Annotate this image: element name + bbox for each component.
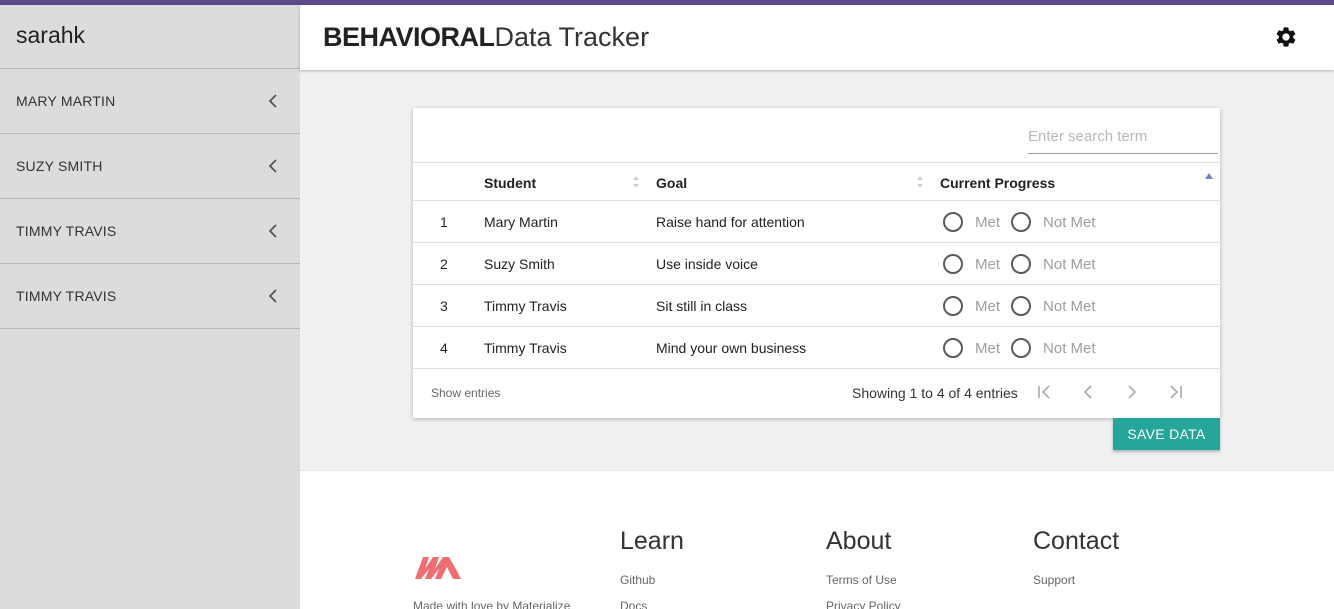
- met-radio[interactable]: [943, 296, 963, 316]
- search-field: [1028, 122, 1218, 154]
- met-radio[interactable]: [943, 212, 963, 232]
- table-row: 4 Timmy Travis Mind your own business Me…: [413, 327, 1220, 369]
- footer-link-privacy[interactable]: Privacy Policy: [826, 599, 901, 609]
- met-radio[interactable]: [943, 254, 963, 274]
- not-met-label[interactable]: Not Met: [1043, 256, 1096, 273]
- met-label[interactable]: Met: [975, 256, 1000, 273]
- footer-link-github[interactable]: Github: [620, 573, 655, 587]
- sidebar-item-timmy-travis[interactable]: TIMMY TRAVIS: [0, 199, 300, 264]
- next-page-icon[interactable]: [1124, 384, 1140, 400]
- row-student: Suzy Smith: [484, 256, 555, 272]
- sort-icon[interactable]: [632, 174, 640, 190]
- sidebar-item-label: TIMMY TRAVIS: [16, 223, 117, 239]
- met-label[interactable]: Met: [975, 340, 1000, 357]
- progress-radio-group: Met Not Met: [943, 338, 1107, 358]
- data-table-card: Student Goal Current Progress 1 Mary Mar…: [413, 108, 1220, 418]
- table-row: 3 Timmy Travis Sit still in class Met No…: [413, 285, 1220, 327]
- table-row: 1 Mary Martin Raise hand for attention M…: [413, 201, 1220, 243]
- sidebar-item-label: TIMMY TRAVIS: [16, 288, 117, 304]
- row-number: 3: [440, 298, 448, 314]
- row-goal: Mind your own business: [656, 340, 807, 356]
- column-header-goal[interactable]: Goal: [656, 175, 687, 191]
- row-student: Timmy Travis: [484, 298, 567, 314]
- row-number: 2: [440, 256, 448, 272]
- sidebar-username: sarahk: [0, 5, 300, 69]
- made-with-text: Made with love by Materialize: [413, 599, 571, 609]
- sort-icon[interactable]: [916, 174, 924, 190]
- sidebar: sarahk MARY MARTIN SUZY SMITH TIMMY TRAV…: [0, 5, 300, 609]
- not-met-radio[interactable]: [1011, 254, 1032, 274]
- brand-light-text: Data Tracker: [494, 22, 650, 52]
- search-input[interactable]: [1028, 122, 1218, 150]
- footer-about-title: About: [826, 527, 892, 555]
- row-student: Mary Martin: [484, 214, 558, 230]
- sidebar-item-label: MARY MARTIN: [16, 93, 116, 109]
- met-label[interactable]: Met: [975, 298, 1000, 315]
- table-row: 2 Suzy Smith Use inside voice Met Not Me…: [413, 243, 1220, 285]
- progress-radio-group: Met Not Met: [943, 254, 1107, 274]
- column-header-progress[interactable]: Current Progress: [940, 175, 1055, 191]
- not-met-radio[interactable]: [1011, 296, 1032, 316]
- table-footer: Show entries Showing 1 to 4 of 4 entries: [413, 370, 1220, 418]
- materialize-logo: [415, 557, 461, 579]
- row-goal: Sit still in class: [656, 298, 748, 314]
- save-data-button[interactable]: SAVE DATA: [1113, 418, 1220, 450]
- not-met-radio[interactable]: [1011, 212, 1032, 232]
- footer-link-docs[interactable]: Docs: [620, 599, 647, 609]
- previous-page-icon[interactable]: [1080, 384, 1096, 400]
- row-student: Timmy Travis: [484, 340, 567, 356]
- gear-icon[interactable]: [1274, 25, 1298, 49]
- not-met-label[interactable]: Not Met: [1043, 214, 1096, 231]
- progress-radio-group: Met Not Met: [943, 296, 1107, 316]
- sidebar-item-label: SUZY SMITH: [16, 158, 103, 174]
- chevron-left-icon: [268, 94, 277, 108]
- met-label[interactable]: Met: [975, 214, 1000, 231]
- app-header: BEHAVIORAL Data Tracker: [300, 5, 1334, 70]
- row-number: 1: [440, 214, 448, 230]
- sort-ascending-icon[interactable]: [1205, 169, 1213, 185]
- sidebar-item-timmy-travis-2[interactable]: TIMMY TRAVIS: [0, 264, 300, 329]
- chevron-left-icon: [268, 289, 277, 303]
- chevron-left-icon: [268, 224, 277, 238]
- footer-link-terms[interactable]: Terms of Use: [826, 573, 897, 587]
- row-goal: Use inside voice: [656, 256, 758, 272]
- footer-contact-title: Contact: [1033, 527, 1120, 555]
- last-page-icon[interactable]: [1168, 384, 1184, 400]
- not-met-label[interactable]: Not Met: [1043, 340, 1096, 357]
- show-entries-label[interactable]: Show entries: [431, 386, 500, 400]
- sidebar-item-suzy-smith[interactable]: SUZY SMITH: [0, 134, 300, 199]
- progress-radio-group: Met Not Met: [943, 212, 1107, 232]
- met-radio[interactable]: [943, 338, 963, 358]
- footer-learn-title: Learn: [620, 527, 684, 555]
- not-met-radio[interactable]: [1011, 338, 1032, 358]
- column-header-student[interactable]: Student: [484, 175, 536, 191]
- first-page-icon[interactable]: [1036, 384, 1052, 400]
- showing-entries-text: Showing 1 to 4 of 4 entries: [852, 385, 1018, 401]
- sidebar-item-mary-martin[interactable]: MARY MARTIN: [0, 69, 300, 134]
- footer-link-support[interactable]: Support: [1033, 573, 1075, 587]
- row-number: 4: [440, 340, 448, 356]
- brand-title: BEHAVIORAL Data Tracker: [323, 22, 649, 53]
- page-footer: Made with love by Materialize Learn Gith…: [300, 470, 1334, 609]
- not-met-label[interactable]: Not Met: [1043, 298, 1096, 315]
- table-header: Student Goal Current Progress: [413, 162, 1220, 201]
- row-goal: Raise hand for attention: [656, 214, 805, 230]
- chevron-left-icon: [268, 159, 277, 173]
- brand-bold-text: BEHAVIORAL: [323, 22, 495, 52]
